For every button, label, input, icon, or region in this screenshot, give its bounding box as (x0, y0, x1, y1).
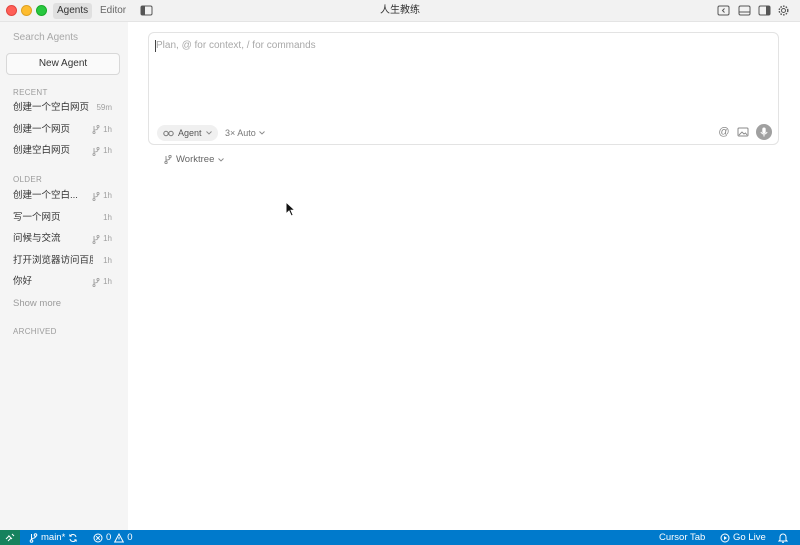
agent-item-time: 1h (103, 124, 112, 134)
title-bar: Agents Editor 人生教练 (0, 0, 800, 22)
branch-status[interactable]: main* (29, 530, 78, 545)
sync-icon[interactable] (68, 533, 78, 543)
chevron-down-icon (205, 131, 212, 135)
agent-item-meta: 1h (92, 120, 112, 140)
agent-item-meta: 1h (103, 208, 112, 228)
agent-list-item[interactable]: 你好 1h (6, 272, 120, 292)
agent-item-time: 59m (96, 103, 112, 112)
mention-icon[interactable]: @ (717, 125, 731, 139)
agent-mode-selector[interactable]: Agent (157, 125, 218, 141)
worktree-selector[interactable]: Worktree (164, 154, 225, 165)
panel-right-icon[interactable] (758, 4, 771, 17)
agent-item-title: 创建空白网页 (13, 145, 71, 156)
agent-item-meta: 1h (92, 229, 112, 249)
sidebar: Search Agents New Agent RECENT 创建一个空白网页 5… (0, 22, 128, 530)
remote-icon (5, 533, 15, 542)
section-label-archived: ARCHIVED (13, 327, 57, 336)
infinity-icon (163, 130, 174, 136)
mouse-pointer-icon (285, 201, 296, 217)
image-icon[interactable] (736, 125, 750, 139)
maximize-window-button[interactable] (36, 5, 47, 16)
agent-list-item[interactable]: 问候与交流 1h (6, 229, 120, 249)
agent-item-title: 创建一个空白网页 (13, 102, 90, 113)
search-agents-input[interactable]: Search Agents (6, 28, 120, 47)
agent-item-title: 问候与交流 (13, 233, 61, 244)
status-bar: main* 0 0 Cursor Tab Go Live (0, 530, 800, 545)
agent-item-time: 1h (103, 234, 112, 243)
tab-editor[interactable]: Editor (96, 3, 130, 19)
warning-count: 0 (127, 532, 133, 543)
agent-mode-label: Agent (178, 128, 202, 138)
agent-item-time: 1h (103, 191, 112, 200)
git-branch-icon (92, 277, 100, 287)
agent-item-title: 创建一个空白... (13, 190, 78, 201)
agent-item-title: 你好 (13, 276, 33, 287)
agent-item-time: 1h (103, 146, 112, 155)
go-live-button[interactable]: Go Live (720, 530, 766, 545)
agent-item-meta: 1h (92, 141, 112, 161)
go-live-label: Go Live (733, 532, 766, 543)
warning-icon (114, 532, 125, 542)
agent-item-time: 1h (103, 212, 112, 222)
microphone-icon (760, 127, 768, 137)
agent-list-item[interactable]: 打开浏览器访问百度 1h (6, 251, 120, 271)
prompt-input[interactable]: Plan, @ for context, / for commands (156, 40, 316, 51)
agent-item-title: 写一个网页 (13, 211, 61, 223)
cursor-tab-status[interactable]: Cursor Tab (659, 530, 705, 545)
toggle-sidebar-icon[interactable] (140, 4, 153, 17)
agent-list-item[interactable]: 创建空白网页 1h (6, 141, 120, 161)
git-branch-icon (92, 191, 100, 201)
worktree-label: Worktree (176, 154, 215, 165)
panel-left-icon[interactable] (717, 4, 730, 17)
agent-item-meta: 59m (96, 98, 112, 118)
minimize-window-button[interactable] (21, 5, 32, 16)
branch-label: main* (41, 532, 66, 543)
agent-list-item[interactable]: 创建一个空白... 1h (6, 186, 120, 206)
broadcast-icon (720, 533, 730, 542)
agent-item-title: 打开浏览器访问百度 (13, 254, 93, 266)
section-label-recent: RECENT (13, 88, 48, 97)
model-label: 3× Auto (225, 128, 256, 138)
model-selector[interactable]: 3× Auto (225, 125, 265, 141)
agent-item-time: 1h (103, 277, 112, 286)
remote-indicator[interactable] (0, 530, 20, 545)
section-label-older: OLDER (13, 175, 43, 184)
agent-item-meta: 1h (92, 272, 112, 292)
close-window-button[interactable] (6, 5, 17, 16)
panel-bottom-icon[interactable] (738, 4, 751, 17)
bell-icon[interactable] (778, 532, 788, 543)
tab-agents[interactable]: Agents (53, 3, 93, 19)
agent-item-time: 1h (103, 255, 112, 265)
problems-status[interactable]: 0 0 (93, 530, 133, 545)
git-branch-icon (92, 125, 100, 134)
git-branch-icon (92, 146, 100, 156)
chevron-down-icon (218, 157, 225, 162)
agent-list-item[interactable]: 创建一个空白网页 59m (6, 98, 120, 118)
gear-icon[interactable] (777, 4, 790, 17)
error-count: 0 (106, 532, 112, 543)
microphone-button[interactable] (756, 124, 772, 140)
agent-item-meta: 1h (103, 251, 112, 271)
prompt-composer[interactable]: Plan, @ for context, / for commands Agen… (148, 32, 779, 145)
agent-list-item[interactable]: 写一个网页 1h (6, 208, 120, 228)
agent-list-item[interactable]: 创建一个网页 1h (6, 120, 120, 140)
git-branch-icon (29, 532, 38, 543)
git-branch-icon (164, 155, 172, 164)
show-more-link[interactable]: Show more (13, 298, 61, 309)
error-icon (93, 533, 103, 542)
git-branch-icon (92, 234, 100, 244)
new-agent-button[interactable]: New Agent (6, 53, 120, 75)
agent-item-title: 创建一个网页 (13, 123, 71, 135)
agent-item-meta: 1h (92, 186, 112, 206)
chevron-down-icon (258, 131, 265, 135)
